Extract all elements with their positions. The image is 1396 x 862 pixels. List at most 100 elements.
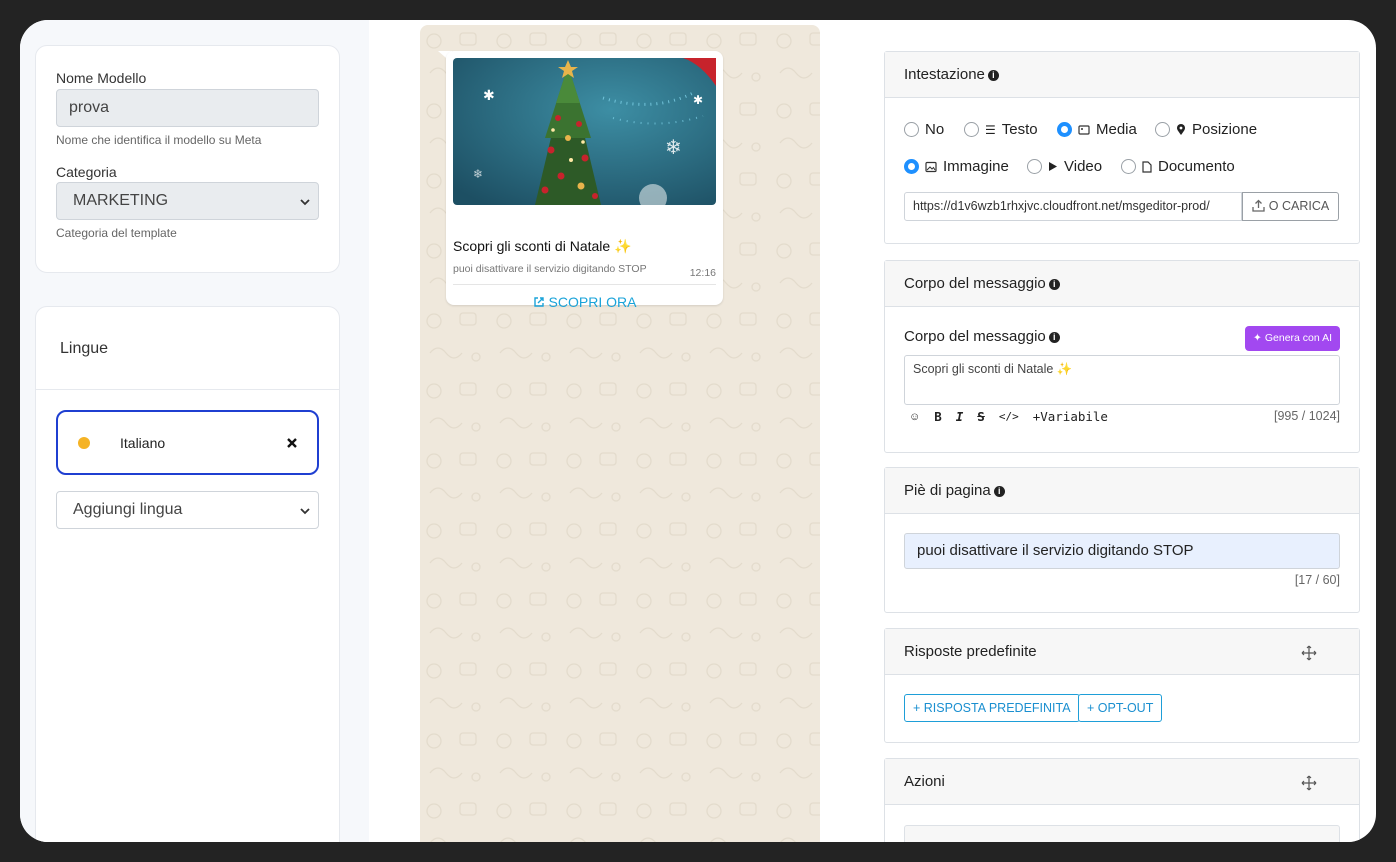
svg-text:❄: ❄ [473, 167, 483, 181]
radio-circle [1155, 122, 1170, 137]
name-label: Nome Modello [56, 70, 147, 86]
location-pin-icon [1177, 123, 1185, 135]
chevron-down-icon [300, 508, 310, 515]
body-title-text: Corpo del messaggio [904, 275, 1046, 292]
add-language-select[interactable]: Aggiungi lingua [56, 491, 319, 529]
sparkle-icon: ✦ [1253, 332, 1262, 344]
actions-title-text: Azioni [904, 773, 945, 790]
radio-circle [1027, 159, 1042, 174]
radio-label: Media [1096, 121, 1137, 138]
radio-media[interactable]: Media [1057, 121, 1137, 138]
radio-testo[interactable]: ☰ Testo [964, 121, 1038, 138]
emoji-icon[interactable]: ☺ [909, 411, 920, 423]
drag-move-icon[interactable] [1301, 775, 1317, 791]
radio-video[interactable]: Video [1027, 158, 1102, 175]
footer-panel-title: Piè di pagina i [885, 468, 1359, 514]
category-help: Categoria del template [56, 226, 177, 240]
christmas-tree-image: ✱ ✱ ❄ ❄ [453, 58, 716, 205]
svg-text:✱: ✱ [693, 93, 703, 107]
media-url-input[interactable]: https://d1v6wzb1rhxjvc.cloudfront.net/ms… [904, 192, 1242, 221]
svg-text:❄: ❄ [665, 135, 682, 159]
left-sidebar: Nome Modello prova Nome che identifica i… [20, 20, 369, 842]
divider [36, 389, 339, 390]
image-icon [925, 161, 937, 172]
radio-no[interactable]: No [904, 121, 944, 138]
upload-icon [1252, 199, 1265, 212]
radio-label: Posizione [1192, 121, 1258, 138]
add-quick-reply-button[interactable]: + RISPOSTA PREDEFINITA [904, 694, 1080, 722]
category-label: Categoria [56, 164, 117, 180]
preview-cta-label: SCOPRI ORA [548, 294, 637, 310]
body-panel-title: Corpo del messaggio i [885, 261, 1359, 307]
header-title-text: Intestazione [904, 66, 985, 83]
header-panel: Intestazione i No ☰ Testo Media Posizione … [884, 51, 1360, 244]
add-language-placeholder: Aggiungi lingua [73, 501, 183, 518]
category-select[interactable]: MARKETING [56, 182, 319, 220]
name-help: Nome che identifica il modello su Meta [56, 133, 262, 147]
bold-button[interactable]: B [934, 409, 942, 424]
text-lines-icon: ☰ [985, 122, 996, 137]
media-icon [1078, 124, 1090, 135]
play-icon [1049, 162, 1057, 171]
body-field-label: Corpo del messaggio i [904, 328, 1060, 345]
info-icon: i [1048, 332, 1060, 343]
generate-ai-button[interactable]: ✦ Genera con AI [1245, 326, 1340, 351]
add-variable-button[interactable]: +Variabile [1033, 409, 1108, 424]
radio-posizione[interactable]: Posizione [1155, 121, 1257, 138]
close-icon[interactable] [287, 438, 297, 448]
header-panel-title: Intestazione i [885, 52, 1359, 98]
template-name-input[interactable]: prova [56, 89, 319, 127]
svg-text:✱: ✱ [483, 88, 495, 104]
actions-title: Azioni [885, 759, 1359, 805]
preview-time: 12:16 [689, 267, 716, 279]
preview-cta-button[interactable]: SCOPRI ORA [446, 294, 723, 310]
message-bubble: ✱ ✱ ❄ ❄ Scopri gli sconti di Natale ✨ pu… [446, 51, 723, 310]
language-label: Italiano [120, 435, 166, 451]
radio-label: Testo [1001, 121, 1038, 138]
ai-button-label: Genera con AI [1264, 332, 1332, 344]
whatsapp-preview: ✱ ✱ ❄ ❄ Scopri gli sconti di Natale ✨ pu… [420, 25, 820, 842]
info-icon: i [987, 70, 999, 81]
strikethrough-button[interactable]: S [977, 409, 985, 424]
action-item[interactable] [904, 825, 1340, 842]
radio-label: Documento [1158, 158, 1235, 175]
radio-circle [964, 122, 979, 137]
radio-circle [904, 122, 919, 137]
upload-label: O CARICA [1268, 199, 1330, 213]
radio-documento[interactable]: Documento [1121, 158, 1235, 175]
radio-circle [1121, 159, 1136, 174]
actions-panel: Azioni [884, 758, 1360, 842]
language-item-italiano[interactable]: Italiano [56, 410, 319, 475]
radio-label: No [925, 121, 945, 138]
quick-replies-title: Risposte predefinite [885, 629, 1359, 675]
drag-move-icon[interactable] [1301, 645, 1317, 661]
body-textarea[interactable]: Scopri gli sconti di Natale ✨ [904, 355, 1340, 405]
app-window: Nome Modello prova Nome che identifica i… [20, 20, 1376, 842]
radio-immagine[interactable]: Immagine [904, 158, 1009, 175]
upload-button[interactable]: O CARICA [1242, 192, 1339, 221]
category-value: MARKETING [73, 192, 169, 209]
footer-counter: [17 / 60] [1294, 573, 1340, 587]
info-icon: i [1048, 279, 1060, 290]
bubble-divider [453, 284, 716, 285]
format-toolbar: ☺ B I S </> +Variabile [909, 409, 1108, 424]
body-field-label-text: Corpo del messaggio [904, 328, 1046, 345]
chevron-down-icon [300, 199, 310, 206]
preview-title: Scopri gli sconti di Natale ✨ [453, 238, 632, 254]
status-dot-icon [78, 437, 90, 449]
preview-footer: puoi disattivare il servizio digitando S… [453, 263, 647, 275]
external-link-icon [533, 297, 544, 307]
italic-button[interactable]: I [956, 409, 964, 424]
footer-input[interactable]: puoi disattivare il servizio digitando S… [904, 533, 1340, 569]
footer-panel: Piè di pagina i puoi disattivare il servi… [884, 467, 1360, 613]
body-counter: [995 / 1024] [1273, 409, 1340, 423]
languages-card: Lingue Italiano Aggiungi lingua [35, 306, 340, 842]
radio-label: Video [1064, 158, 1103, 175]
add-optout-button[interactable]: + OPT-OUT [1078, 694, 1163, 722]
template-info-card: Nome Modello prova Nome che identifica i… [35, 45, 340, 273]
radio-circle-selected [904, 159, 919, 174]
quick-replies-panel: Risposte predefinite + RISPOSTA PREDEFIN… [884, 628, 1360, 743]
code-button[interactable]: </> [999, 410, 1019, 423]
footer-title-text: Piè di pagina [904, 482, 991, 499]
radio-label: Immagine [943, 158, 1009, 175]
